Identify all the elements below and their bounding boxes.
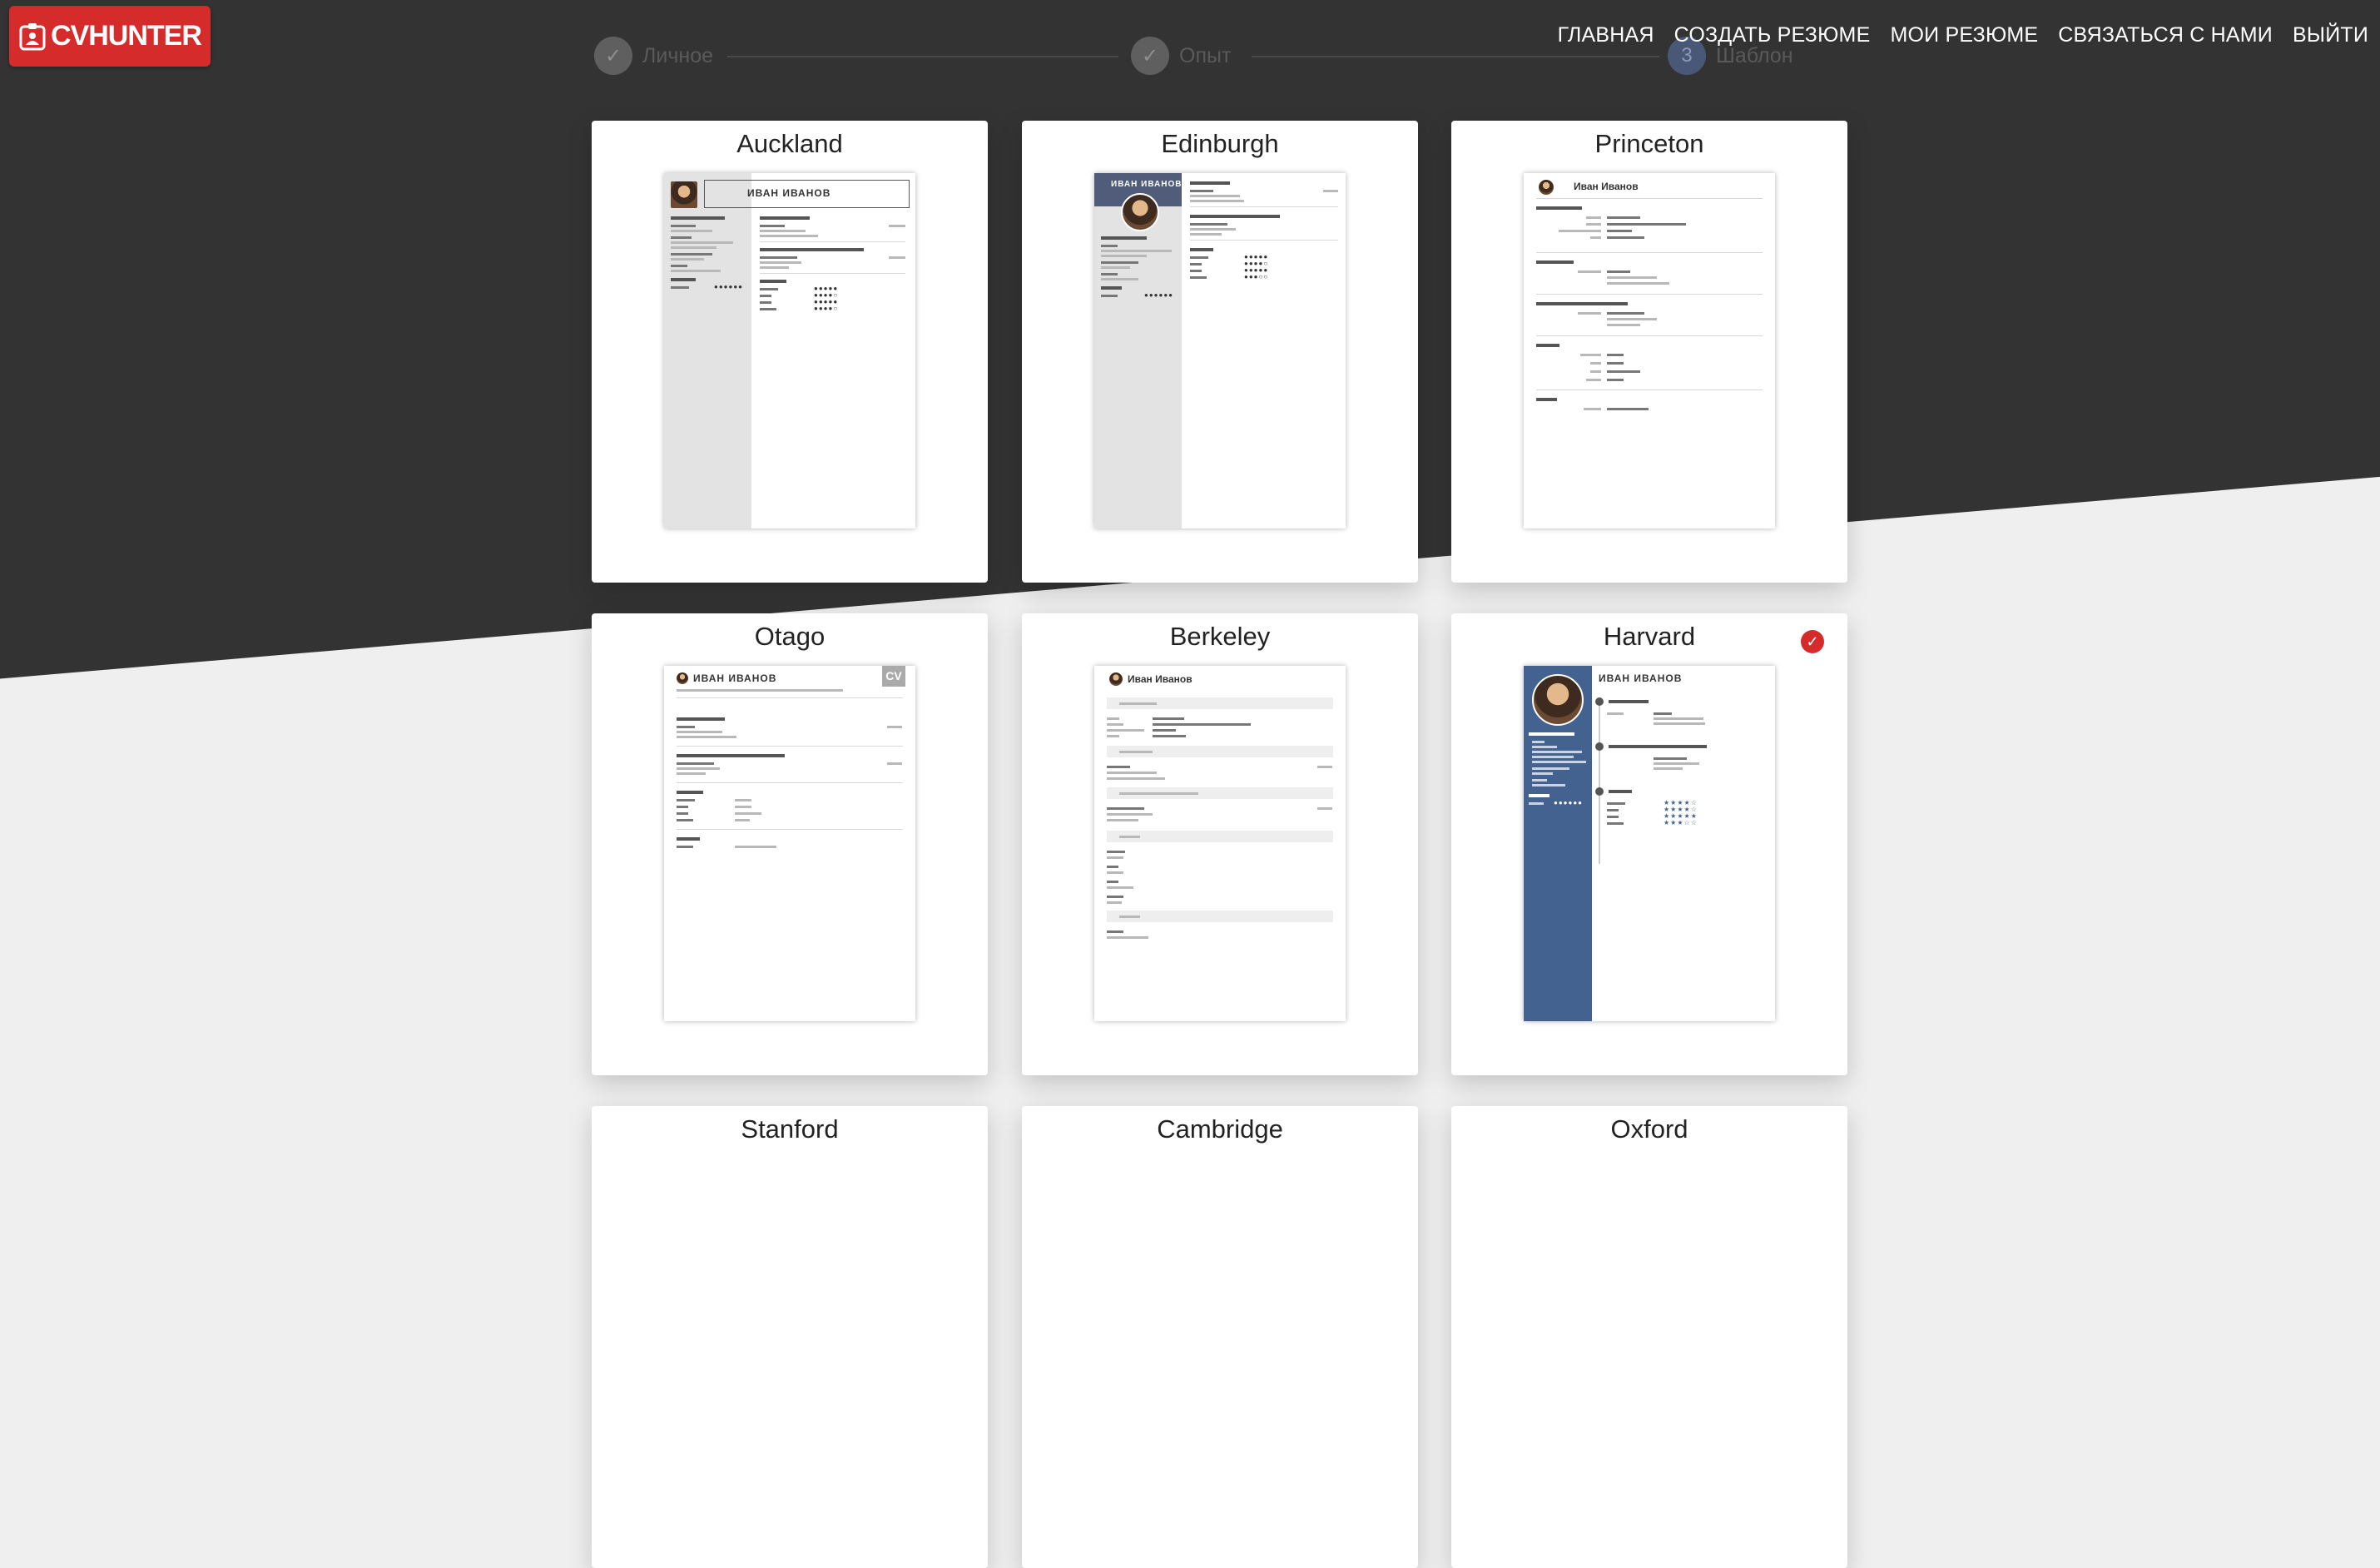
- nav-my-resumes[interactable]: МОИ РЕЗЮМЕ: [1890, 23, 2038, 47]
- main-nav: ГЛАВНАЯ СОЗДАТЬ РЕЗЮМЕ МОИ РЕЗЮМЕ СВЯЗАТ…: [1558, 23, 2368, 47]
- template-title: Princeton: [1594, 129, 1704, 158]
- nav-logout[interactable]: ВЫЙТИ: [2293, 23, 2368, 47]
- check-icon: ✓: [1131, 37, 1169, 75]
- template-title: Cambridge: [1157, 1114, 1283, 1144]
- nav-home[interactable]: ГЛАВНАЯ: [1558, 23, 1654, 47]
- template-preview: ИВАН ИВАНОВ ●●●●●● ●●●●● ●●●●○ ●●●●● ●●●…: [664, 173, 915, 528]
- selected-check-icon: ✓: [1801, 630, 1824, 653]
- stepper-line: [727, 56, 1118, 57]
- nav-create-resume[interactable]: СОЗДАТЬ РЕЗЮМЕ: [1674, 23, 1871, 47]
- step-label: Личное: [642, 43, 714, 67]
- step-experience[interactable]: ✓ Опыт: [1131, 37, 1231, 75]
- check-icon: ✓: [594, 37, 632, 75]
- template-card-otago[interactable]: Otago CV ИВАН ИВАНОВ: [592, 613, 988, 1075]
- template-preview: Иван Иванов: [1094, 666, 1346, 1021]
- template-preview: Иван Иванов: [1524, 173, 1775, 528]
- template-title: Stanford: [741, 1114, 839, 1144]
- template-title: Edinburgh: [1161, 129, 1279, 158]
- template-card-stanford[interactable]: Stanford: [592, 1106, 988, 1568]
- template-preview: CV ИВАН ИВАНОВ: [664, 666, 915, 1021]
- id-badge-icon: [19, 22, 46, 50]
- template-card-auckland[interactable]: Auckland ИВАН ИВАНОВ ●●●●●● ●●●●● ●●●●○ …: [592, 121, 988, 583]
- template-card-oxford[interactable]: Oxford: [1451, 1106, 1847, 1568]
- template-title: Berkeley: [1169, 622, 1271, 651]
- brand-logo[interactable]: CVHUNTER: [9, 6, 211, 67]
- template-card-cambridge[interactable]: Cambridge: [1022, 1106, 1418, 1568]
- step-label: Опыт: [1179, 43, 1232, 67]
- template-title: Auckland: [736, 129, 843, 158]
- template-title: Harvard: [1603, 622, 1696, 651]
- nav-contact[interactable]: СВЯЗАТЬСЯ С НАМИ: [2058, 23, 2273, 47]
- step-personal[interactable]: ✓ Личное: [594, 37, 713, 75]
- template-card-princeton[interactable]: Princeton Иван Иванов: [1451, 121, 1847, 583]
- template-card-edinburgh[interactable]: Edinburgh ИВАН ИВАНОВ ●●●●●● ●●●●● ●●●●○…: [1022, 121, 1418, 583]
- template-card-berkeley[interactable]: Berkeley Иван Иванов: [1022, 613, 1418, 1075]
- template-title: Otago: [754, 622, 826, 651]
- template-card-harvard[interactable]: Harvard ✓ ●●●●●● ИВАН ИВАНОВ ★★★★☆ ★★★★☆…: [1451, 613, 1847, 1075]
- brand-name: CVHUNTER: [51, 20, 202, 52]
- stepper-line: [1252, 56, 1659, 57]
- template-title: Oxford: [1610, 1114, 1688, 1144]
- template-preview: ●●●●●● ИВАН ИВАНОВ ★★★★☆ ★★★★☆ ★★★★★ ★★★…: [1524, 666, 1775, 1021]
- template-preview: ИВАН ИВАНОВ ●●●●●● ●●●●● ●●●●○ ●●●●● ●●●…: [1094, 173, 1346, 528]
